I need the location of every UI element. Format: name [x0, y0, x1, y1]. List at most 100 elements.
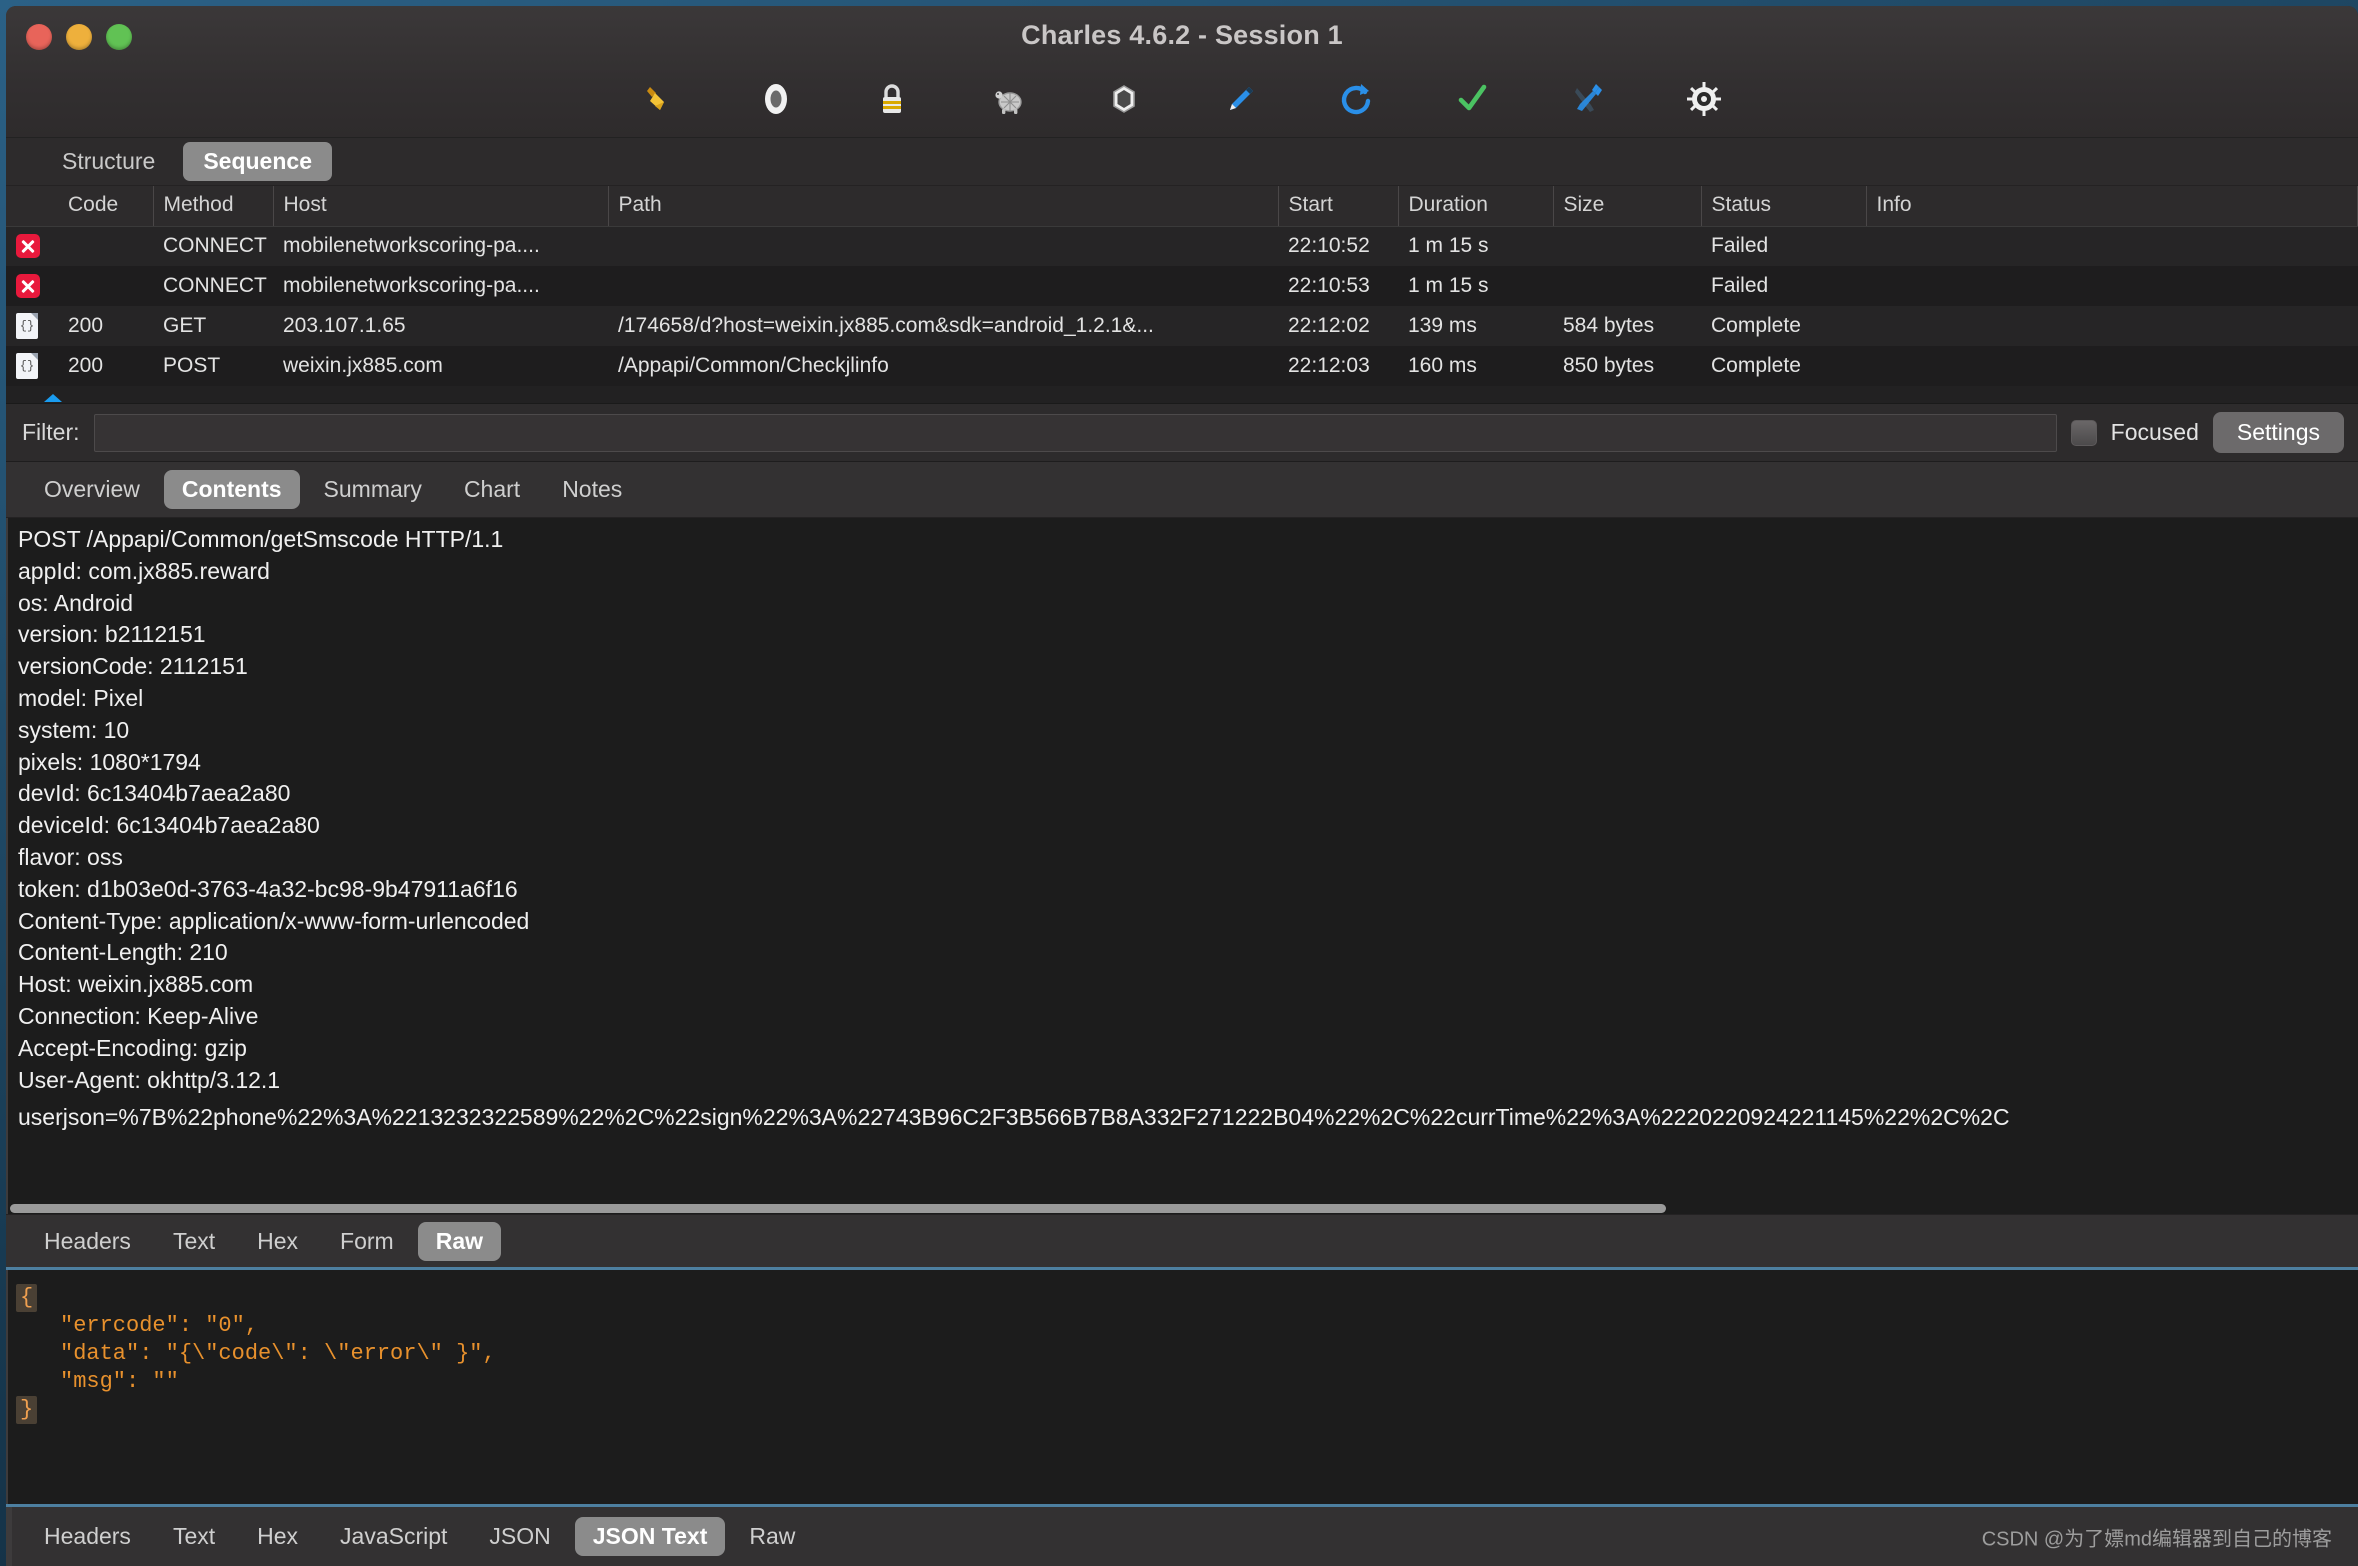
throttle-turtle-icon[interactable]: [980, 71, 1036, 127]
resp-tab-json-text[interactable]: JSON Text: [574, 1517, 726, 1557]
compose-pen-icon[interactable]: [1212, 71, 1268, 127]
validate-check-icon[interactable]: [1444, 71, 1500, 127]
header-accept-encoding: Accept-Encoding: gzip: [18, 1034, 247, 1061]
req-tab-headers[interactable]: Headers: [26, 1222, 149, 1261]
request-raw-body[interactable]: POST /Appapi/Common/getSmscode HTTP/1.1 …: [6, 518, 2358, 1215]
requests-table-container[interactable]: Code Method Host Path Start Duration Siz…: [6, 186, 2358, 404]
window-title: Charles 4.6.2 - Session 1: [1021, 20, 1343, 50]
cell-start: 22:10:52: [1278, 226, 1398, 266]
breakpoints-icon[interactable]: [1096, 71, 1152, 127]
structure-tab[interactable]: Structure: [42, 142, 175, 181]
cell-info: [1866, 346, 2358, 386]
repeat-refresh-icon[interactable]: [1328, 71, 1384, 127]
header-devid: devId: 6c13404b7aea2a80: [18, 780, 291, 807]
req-tab-raw[interactable]: Raw: [417, 1221, 501, 1261]
cell-path: /174658/d?host=weixin.jx885.com&sdk=andr…: [608, 306, 1278, 346]
col-header-host[interactable]: Host: [273, 186, 609, 227]
request-line: POST /Appapi/Common/getSmscode HTTP/1.1: [18, 526, 504, 552]
resp-tab-raw[interactable]: Raw: [731, 1517, 813, 1556]
tab-overview[interactable]: Overview: [26, 470, 158, 509]
col-header-start[interactable]: Start: [1278, 186, 1399, 227]
record-icon[interactable]: [748, 71, 804, 127]
gear-icon[interactable]: [1676, 71, 1732, 127]
view-toggle: Structure Sequence: [6, 138, 2358, 186]
filter-input[interactable]: [93, 413, 2057, 452]
cell-size: [1553, 266, 1701, 306]
table-row[interactable]: CONNECT mobilenetworkscoring-pa.... 22:1…: [6, 266, 2358, 306]
cell-method: GET: [153, 306, 273, 346]
table-row[interactable]: {} 200 GET 203.107.1.65 /174658/d?host=w…: [6, 306, 2358, 346]
pane-divider: [6, 1507, 12, 1566]
table-header-row: Code Method Host Path Start Duration Siz…: [6, 186, 2358, 227]
cell-code: [58, 226, 153, 266]
col-header-status[interactable]: Status: [1701, 186, 1867, 227]
req-tab-form[interactable]: Form: [322, 1222, 412, 1261]
request-body-payload: userjson=%7B%22phone%22%3A%2213232322589…: [18, 1104, 2010, 1131]
tab-chart[interactable]: Chart: [446, 470, 538, 509]
cell-host: weixin.jx885.com: [273, 346, 608, 386]
main-toolbar: [6, 68, 2358, 130]
col-header-duration[interactable]: Duration: [1398, 186, 1554, 227]
charles-window: Charles 4.6.2 - Session 1 Structure Sequ…: [6, 6, 2358, 1566]
tools-icon[interactable]: [1560, 71, 1616, 127]
cell-method: CONNECT: [153, 266, 273, 306]
header-os: os: Android: [18, 589, 134, 616]
cell-info: [1866, 306, 2358, 346]
request-horizontal-scrollbar[interactable]: [8, 1202, 2358, 1215]
header-host: Host: weixin.jx885.com: [18, 971, 254, 998]
focused-label: Focused: [2110, 419, 2199, 445]
header-content-type: Content-Type: application/x-www-form-url…: [18, 907, 530, 934]
cell-status: Complete: [1701, 306, 1866, 346]
header-system: system: 10: [18, 716, 130, 743]
col-header-info[interactable]: Info: [1866, 186, 2358, 227]
header-user-agent: User-Agent: okhttp/3.12.1: [18, 1066, 281, 1093]
cell-duration: 160 ms: [1398, 346, 1553, 386]
req-tab-text[interactable]: Text: [155, 1222, 233, 1261]
header-versioncode: versionCode: 2112151: [18, 653, 248, 680]
cell-status: Failed: [1701, 266, 1866, 306]
table-row[interactable]: CONNECT mobilenetworkscoring-pa.... 22:1…: [6, 226, 2358, 266]
response-json-body[interactable]: { "errcode": "0", "data": "{\"code\": \"…: [6, 1270, 2358, 1505]
resp-tab-json[interactable]: JSON: [471, 1517, 568, 1556]
header-connection: Connection: Keep-Alive: [18, 1002, 259, 1029]
resp-tab-text[interactable]: Text: [155, 1517, 233, 1556]
header-content-length: Content-Length: 210: [18, 939, 228, 966]
settings-button[interactable]: Settings: [2212, 412, 2344, 453]
tab-contents[interactable]: Contents: [163, 470, 300, 509]
json-open-brace: {: [8, 1284, 2358, 1313]
header-appid: appId: com.jx885.reward: [18, 557, 270, 584]
cell-duration: 1 m 15 s: [1398, 226, 1553, 266]
clear-broom-icon[interactable]: [632, 71, 688, 127]
ssl-lock-icon[interactable]: [864, 71, 920, 127]
cell-path: [608, 226, 1278, 266]
col-header-icon[interactable]: [6, 186, 58, 227]
sequence-tab[interactable]: Sequence: [183, 142, 332, 181]
cell-method: CONNECT: [153, 226, 273, 266]
response-format-tabs: Headers Text Hex JavaScript JSON JSON Te…: [6, 1504, 2358, 1566]
json-data: "data": "{\"code\": \"error\" }",: [60, 1341, 496, 1367]
col-header-path[interactable]: Path: [608, 186, 1279, 227]
focused-checkbox[interactable]: [2070, 419, 2097, 446]
cell-duration: 139 ms: [1398, 306, 1553, 346]
cell-status: Complete: [1701, 346, 1866, 386]
resp-tab-hex[interactable]: Hex: [239, 1517, 316, 1556]
cell-path: [608, 266, 1278, 306]
cell-duration: 1 m 15 s: [1398, 266, 1553, 306]
col-header-size[interactable]: Size: [1553, 186, 1702, 227]
req-tab-hex[interactable]: Hex: [239, 1222, 316, 1261]
header-token: token: d1b03e0d-3763-4a32-bc98-9b47911a6…: [18, 875, 518, 902]
cell-info: [1866, 226, 2358, 266]
cell-host: 203.107.1.65: [273, 306, 608, 346]
table-row[interactable]: {} 200 POST weixin.jx885.com /Appapi/Com…: [6, 346, 2358, 386]
tab-notes[interactable]: Notes: [544, 470, 640, 509]
col-header-code[interactable]: Code: [58, 186, 154, 227]
cell-start: 22:12:03: [1278, 346, 1398, 386]
request-format-tabs: Headers Text Hex Form Raw: [6, 1214, 2358, 1271]
tab-summary[interactable]: Summary: [306, 470, 440, 509]
cell-host: mobilenetworkscoring-pa....: [273, 266, 608, 306]
request-pane-tabs: Overview Contents Summary Chart Notes: [6, 462, 2358, 518]
col-header-method[interactable]: Method: [153, 186, 274, 227]
scrollbar-thumb[interactable]: [10, 1204, 1666, 1214]
resp-tab-headers[interactable]: Headers: [26, 1517, 149, 1556]
resp-tab-javascript[interactable]: JavaScript: [322, 1517, 465, 1556]
